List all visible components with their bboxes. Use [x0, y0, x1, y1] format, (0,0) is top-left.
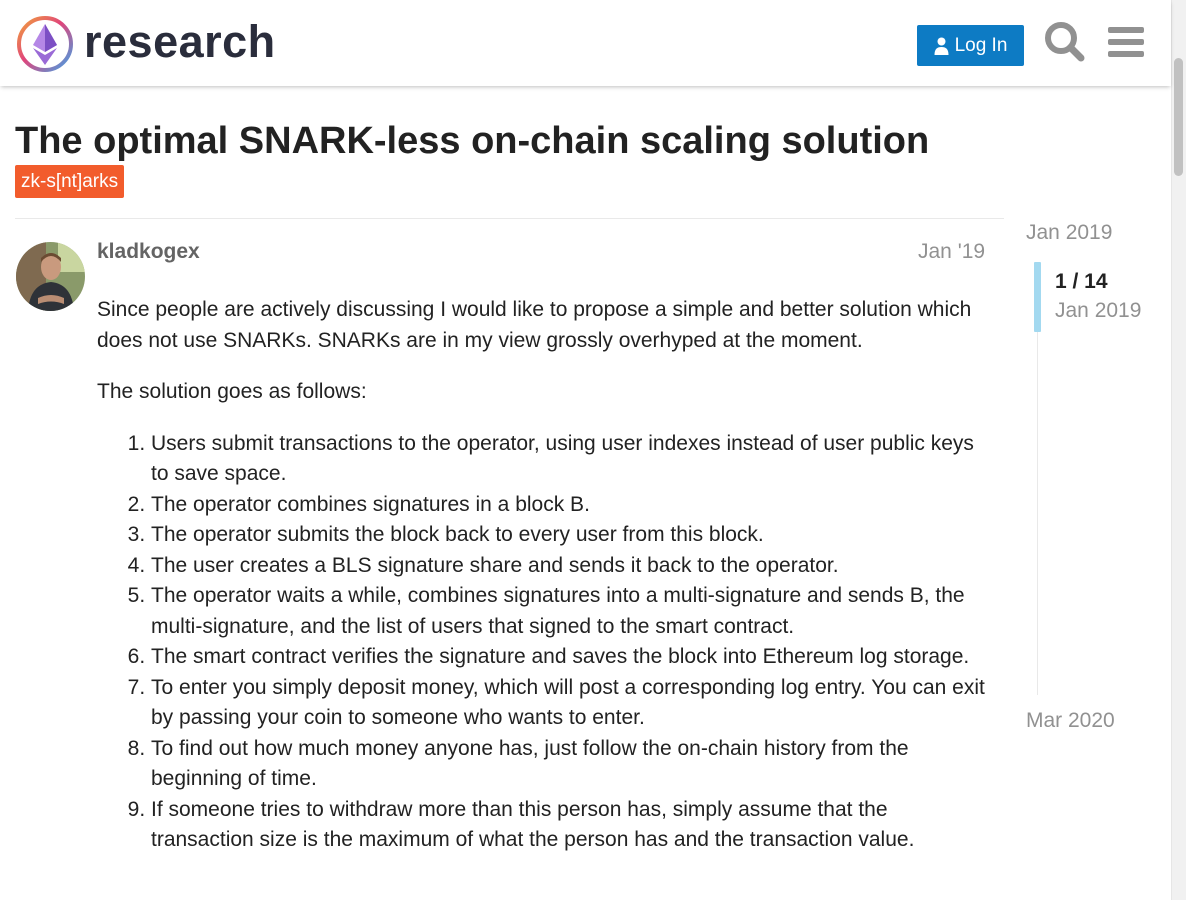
post-date[interactable]: Jan '19: [918, 238, 985, 266]
solution-steps-list: Users submit transactions to the operato…: [97, 429, 987, 856]
avatar[interactable]: [16, 242, 85, 311]
list-item: To find out how much money anyone has, j…: [151, 734, 987, 795]
list-item: The operator combines signatures in a bl…: [151, 490, 987, 521]
list-item: The smart contract verifies the signatur…: [151, 642, 987, 673]
list-item: The user creates a BLS signature share a…: [151, 551, 987, 582]
timeline-handle[interactable]: [1034, 262, 1041, 332]
post-intro: Since people are actively discussing I w…: [97, 298, 972, 352]
site-header: research Log In: [0, 0, 1171, 86]
list-item: The operator submits the block back to e…: [151, 520, 987, 551]
list-item: The operator waits a while, combines sig…: [151, 581, 987, 642]
scrollbar-thumb[interactable]: [1174, 58, 1183, 176]
timeline-post-position: 1 / 14: [1055, 270, 1108, 293]
search-icon[interactable]: [1043, 20, 1087, 64]
list-item: If someone tries to withdraw more than t…: [151, 795, 987, 856]
login-button[interactable]: Log In: [917, 25, 1024, 66]
avatar-image: [16, 242, 85, 311]
timeline-end-date[interactable]: Mar 2020: [1026, 707, 1115, 735]
post-lead: The solution goes as follows:: [97, 380, 367, 403]
timeline-start-date[interactable]: Jan 2019: [1026, 219, 1112, 247]
user-icon: [934, 37, 949, 55]
post-author[interactable]: kladkogex: [97, 238, 200, 266]
site-name[interactable]: research: [84, 14, 276, 70]
list-item: Users submit transactions to the operato…: [151, 429, 987, 490]
category-tag[interactable]: zk-s[nt]arks: [15, 165, 125, 198]
divider: [15, 218, 1004, 219]
list-item: To enter you simply deposit money, which…: [151, 673, 987, 734]
topic-title[interactable]: The optimal SNARK-less on-chain scaling …: [15, 118, 929, 164]
hamburger-menu-icon[interactable]: [1104, 20, 1148, 64]
ethereum-logo-icon[interactable]: [16, 15, 74, 73]
timeline-current-date: Jan 2019: [1055, 299, 1142, 322]
post-body: Since people are actively discussing I w…: [97, 295, 987, 856]
login-label: Log In: [954, 34, 1008, 56]
